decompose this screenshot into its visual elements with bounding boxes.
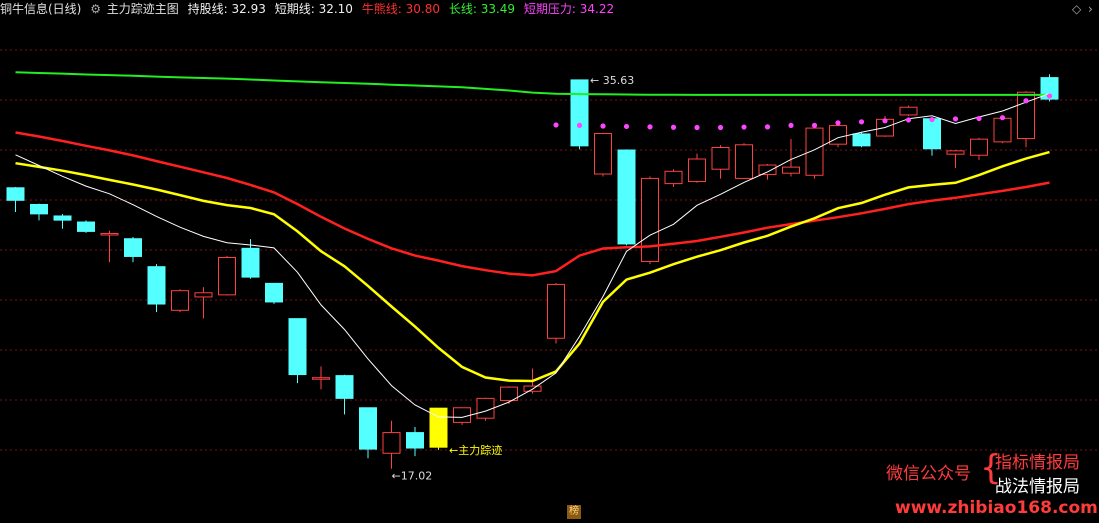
bull-line-readout: 牛熊线: 30.80 xyxy=(362,2,440,16)
gear-icon[interactable]: ⚙ xyxy=(90,2,101,16)
resist-readout: 短期压力: 34.22 xyxy=(524,2,614,16)
resist-value: 34.22 xyxy=(579,2,615,16)
resist-dot xyxy=(717,124,724,131)
candle-body xyxy=(711,147,730,170)
marker-label: ←主力踪迹 xyxy=(449,443,502,457)
candle-body xyxy=(382,432,401,454)
candle-body xyxy=(923,118,941,150)
candle-body xyxy=(77,221,95,232)
resist-label: 短期压力: xyxy=(523,2,576,16)
short-line-label: 短期线: xyxy=(274,2,315,16)
resist-dot xyxy=(623,123,630,130)
candle-body xyxy=(100,232,119,236)
resist-dot xyxy=(929,116,935,123)
candle-body xyxy=(476,397,495,419)
candle-body xyxy=(406,432,424,449)
candle-body xyxy=(993,117,1012,143)
resist-dot xyxy=(576,122,583,128)
candle-body xyxy=(547,283,565,339)
candle-body xyxy=(899,106,918,116)
candle-body xyxy=(617,149,636,245)
indicator-header: 铜牛信息(日线) ⚙ 主力踪迹主图 持股线: 32.93 短期线: 32.10 … xyxy=(0,0,1099,18)
resist-dot xyxy=(647,124,653,130)
resist-dot xyxy=(999,115,1006,121)
resist-dot xyxy=(976,115,982,122)
resist-dot xyxy=(858,119,865,125)
resist-dot xyxy=(788,122,794,128)
candle-body xyxy=(852,133,871,147)
series-line xyxy=(15,71,1050,96)
resist-dot xyxy=(670,124,677,130)
resist-dot xyxy=(741,124,747,130)
indicator-name[interactable]: 主力踪迹主图 xyxy=(107,2,179,16)
bull-line-label: 牛熊线: xyxy=(361,2,402,16)
candle-body xyxy=(805,127,824,176)
candle-body xyxy=(946,150,965,155)
resist-dot xyxy=(1046,93,1053,99)
resist-dot xyxy=(553,122,559,128)
candle-body xyxy=(288,318,307,376)
short-line-value: 32.10 xyxy=(318,2,353,16)
candle-body xyxy=(171,290,189,311)
candle-body xyxy=(124,238,142,257)
bull-line-value: 30.80 xyxy=(405,2,440,16)
candle-body xyxy=(758,164,777,175)
candle-body xyxy=(688,158,706,183)
long-line-readout: 长线: 33.49 xyxy=(449,2,515,16)
candle-body xyxy=(594,133,612,175)
candle-body xyxy=(53,215,72,221)
candlestick-chart: ← 35.63 ←17.02 ←主力踪迹 xyxy=(0,49,1099,483)
hold-line-value: 32.93 xyxy=(231,2,266,16)
candle-body xyxy=(641,177,659,262)
resist-dot xyxy=(905,117,912,123)
diamond-icon[interactable]: ◇ xyxy=(1072,2,1081,16)
candle-body xyxy=(147,266,166,305)
candle-body xyxy=(265,282,283,303)
series-line xyxy=(15,150,1050,383)
chevron-icon[interactable]: › xyxy=(1088,2,1093,16)
series-line xyxy=(15,131,1050,277)
candle-body xyxy=(194,292,213,298)
resist-dot xyxy=(835,120,841,126)
hold-line-label: 持股线: xyxy=(187,2,228,16)
resist-dot xyxy=(600,123,606,129)
watermark-wechat: 微信公众号 xyxy=(886,464,971,484)
hold-line-readout: 持股线: 32.93 xyxy=(188,2,266,16)
long-line-value: 33.49 xyxy=(480,2,516,16)
resist-dot xyxy=(952,116,959,122)
resist-dot xyxy=(811,122,818,128)
candle-body xyxy=(570,79,589,147)
candle-body xyxy=(829,125,847,145)
long-line-label: 长线: xyxy=(448,2,477,16)
candle-body xyxy=(335,375,354,399)
resist-dot xyxy=(764,124,771,130)
candle-body xyxy=(453,407,471,423)
candle-body xyxy=(359,407,377,450)
candle-body xyxy=(664,170,683,185)
candle-body xyxy=(735,144,753,179)
watermark-url: www.zhibiao168.com xyxy=(895,498,1098,518)
high-price-label: ← 35.63 xyxy=(590,74,634,87)
watermark-item1: 指标情报局 xyxy=(995,453,1080,473)
candle-body xyxy=(241,247,260,278)
resist-dot xyxy=(882,118,888,124)
short-line-readout: 短期线: 32.10 xyxy=(275,2,353,16)
candle-body xyxy=(6,187,25,201)
candle-body xyxy=(218,256,236,296)
candle-body xyxy=(970,138,988,156)
stock-title[interactable]: 铜牛信息(日线) xyxy=(0,2,81,16)
candle-body xyxy=(312,377,330,380)
resist-dot xyxy=(1023,98,1029,104)
bottom-marker[interactable]: 榜 xyxy=(567,505,581,519)
resist-dot xyxy=(694,124,700,131)
candle-body xyxy=(30,203,48,215)
low-price-label: ←17.02 xyxy=(392,470,433,483)
watermark-item2: 战法情报局 xyxy=(995,477,1080,497)
candle-body xyxy=(782,166,800,174)
